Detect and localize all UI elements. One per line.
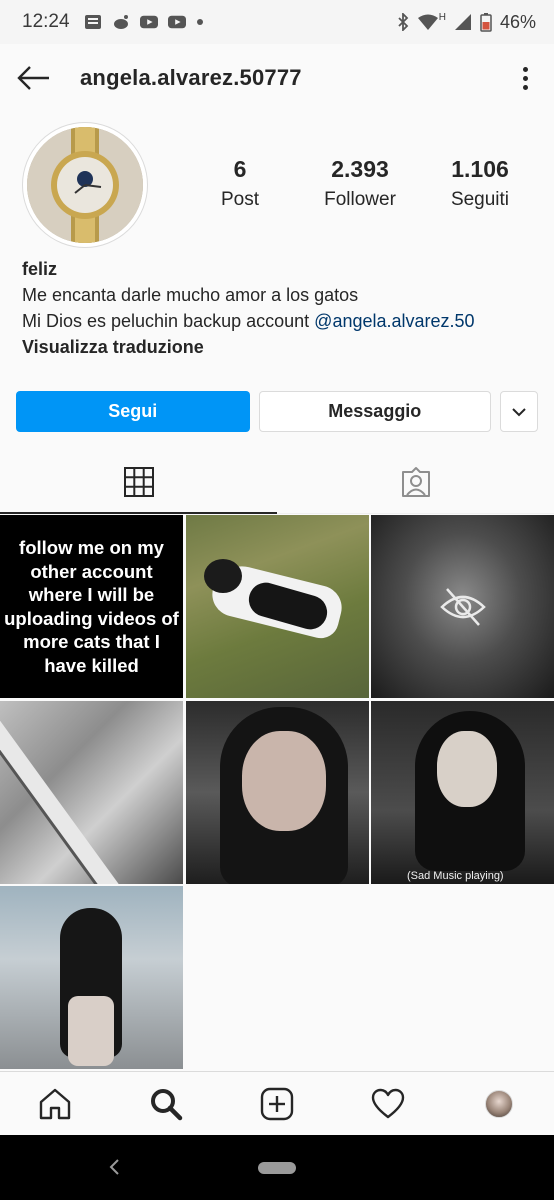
notification-icons [84, 14, 204, 30]
follow-button[interactable]: Segui [16, 391, 250, 432]
stat-value: 6 [233, 156, 247, 182]
bluetooth-icon [398, 13, 409, 31]
stat-value: 2.393 [331, 156, 389, 182]
posts-count[interactable]: 6 Post [180, 156, 300, 211]
network-type: H [438, 11, 446, 23]
message-button[interactable]: Messaggio [258, 391, 492, 432]
system-home-pill[interactable] [258, 1162, 296, 1174]
chevron-down-icon [512, 407, 526, 416]
post-tile[interactable]: follow me on my other account where I wi… [0, 515, 183, 698]
youtube-icon [139, 15, 158, 29]
heart-icon [371, 1088, 404, 1118]
search-icon [151, 1088, 183, 1120]
nav-create[interactable] [247, 1074, 307, 1134]
tagged-person-icon [401, 466, 430, 497]
post-tile[interactable] [186, 701, 369, 884]
news-icon [84, 15, 101, 29]
dot-icon [522, 66, 528, 72]
following-count[interactable]: 1.106 Seguiti [420, 156, 540, 211]
post-text: follow me on my other account where I wi… [4, 537, 179, 676]
battery-icon [480, 13, 492, 32]
profile-bio: feliz Me encanta darle mucho amor a los … [22, 256, 542, 360]
signal-icon [454, 14, 471, 30]
post-tile[interactable]: (Sad Music playing) [371, 701, 554, 884]
post-tile[interactable] [0, 701, 183, 884]
dot-icon [522, 84, 528, 90]
photo-content [242, 731, 326, 831]
profile-tabs [0, 450, 554, 514]
see-translation-link[interactable]: Visualizza traduzione [22, 334, 542, 360]
status-right: H 46% [397, 12, 536, 33]
back-button[interactable] [2, 44, 66, 112]
tab-tagged[interactable] [277, 450, 554, 513]
nav-profile[interactable] [469, 1074, 529, 1134]
more-options-button[interactable] [510, 62, 540, 94]
add-post-icon [260, 1087, 294, 1120]
post-caption: (Sad Music playing) [407, 870, 504, 882]
chevron-left-icon [109, 1159, 119, 1175]
reddit-icon [113, 15, 128, 29]
bio-line: Mi Dios es peluchin backup account @ange… [22, 308, 542, 334]
battery-percent: 46% [499, 11, 536, 32]
grid-icon [123, 466, 154, 497]
photo-content [0, 701, 125, 884]
home-icon [40, 1088, 71, 1119]
bottom-navigation [0, 1071, 554, 1135]
photo-content [204, 559, 242, 593]
profile-header: angela.alvarez.50777 [0, 44, 554, 112]
wifi-icon [417, 14, 438, 30]
post-tile[interactable] [0, 886, 183, 1069]
profile-avatar[interactable] [22, 122, 148, 248]
avatar [484, 1089, 513, 1118]
photo-content [437, 731, 497, 807]
back-arrow-icon [17, 66, 49, 90]
post-tile[interactable] [371, 515, 554, 698]
youtube-icon [167, 15, 186, 29]
tab-grid[interactable] [0, 450, 277, 514]
profile-stats: 6 Post 2.393 Follower 1.106 Seguiti [180, 156, 540, 211]
dot-icon [522, 75, 528, 81]
nav-home[interactable] [25, 1074, 85, 1134]
system-navigation-bar [0, 1135, 554, 1200]
post-tile[interactable] [186, 515, 369, 698]
bio-text: Mi Dios es peluchin backup account [22, 311, 315, 331]
stat-label: Follower [324, 189, 396, 210]
bio-mention-link[interactable]: @angela.alvarez.50 [314, 311, 474, 331]
profile-actions: Segui Messaggio [16, 391, 538, 432]
status-bar: 12:24 H 46% [0, 0, 554, 44]
page-title: angela.alvarez.50777 [80, 65, 302, 90]
bio-line: Me encanta darle mucho amor a los gatos [22, 285, 359, 305]
followers-count[interactable]: 2.393 Follower [300, 156, 420, 211]
stat-label: Post [220, 189, 260, 210]
eye-slash-icon [439, 587, 486, 626]
profile-name: feliz [22, 259, 58, 279]
stat-label: Seguiti [450, 189, 510, 210]
nav-activity[interactable] [358, 1074, 418, 1134]
avatar-image [27, 127, 143, 243]
stat-value: 1.106 [451, 156, 509, 182]
system-back-button[interactable] [104, 1153, 124, 1181]
watch-image [27, 127, 143, 243]
suggested-accounts-button[interactable] [500, 391, 538, 432]
photo-content [68, 996, 114, 1066]
nav-search[interactable] [136, 1074, 196, 1134]
status-time: 12:24 [22, 11, 70, 32]
dot-icon [196, 19, 203, 25]
